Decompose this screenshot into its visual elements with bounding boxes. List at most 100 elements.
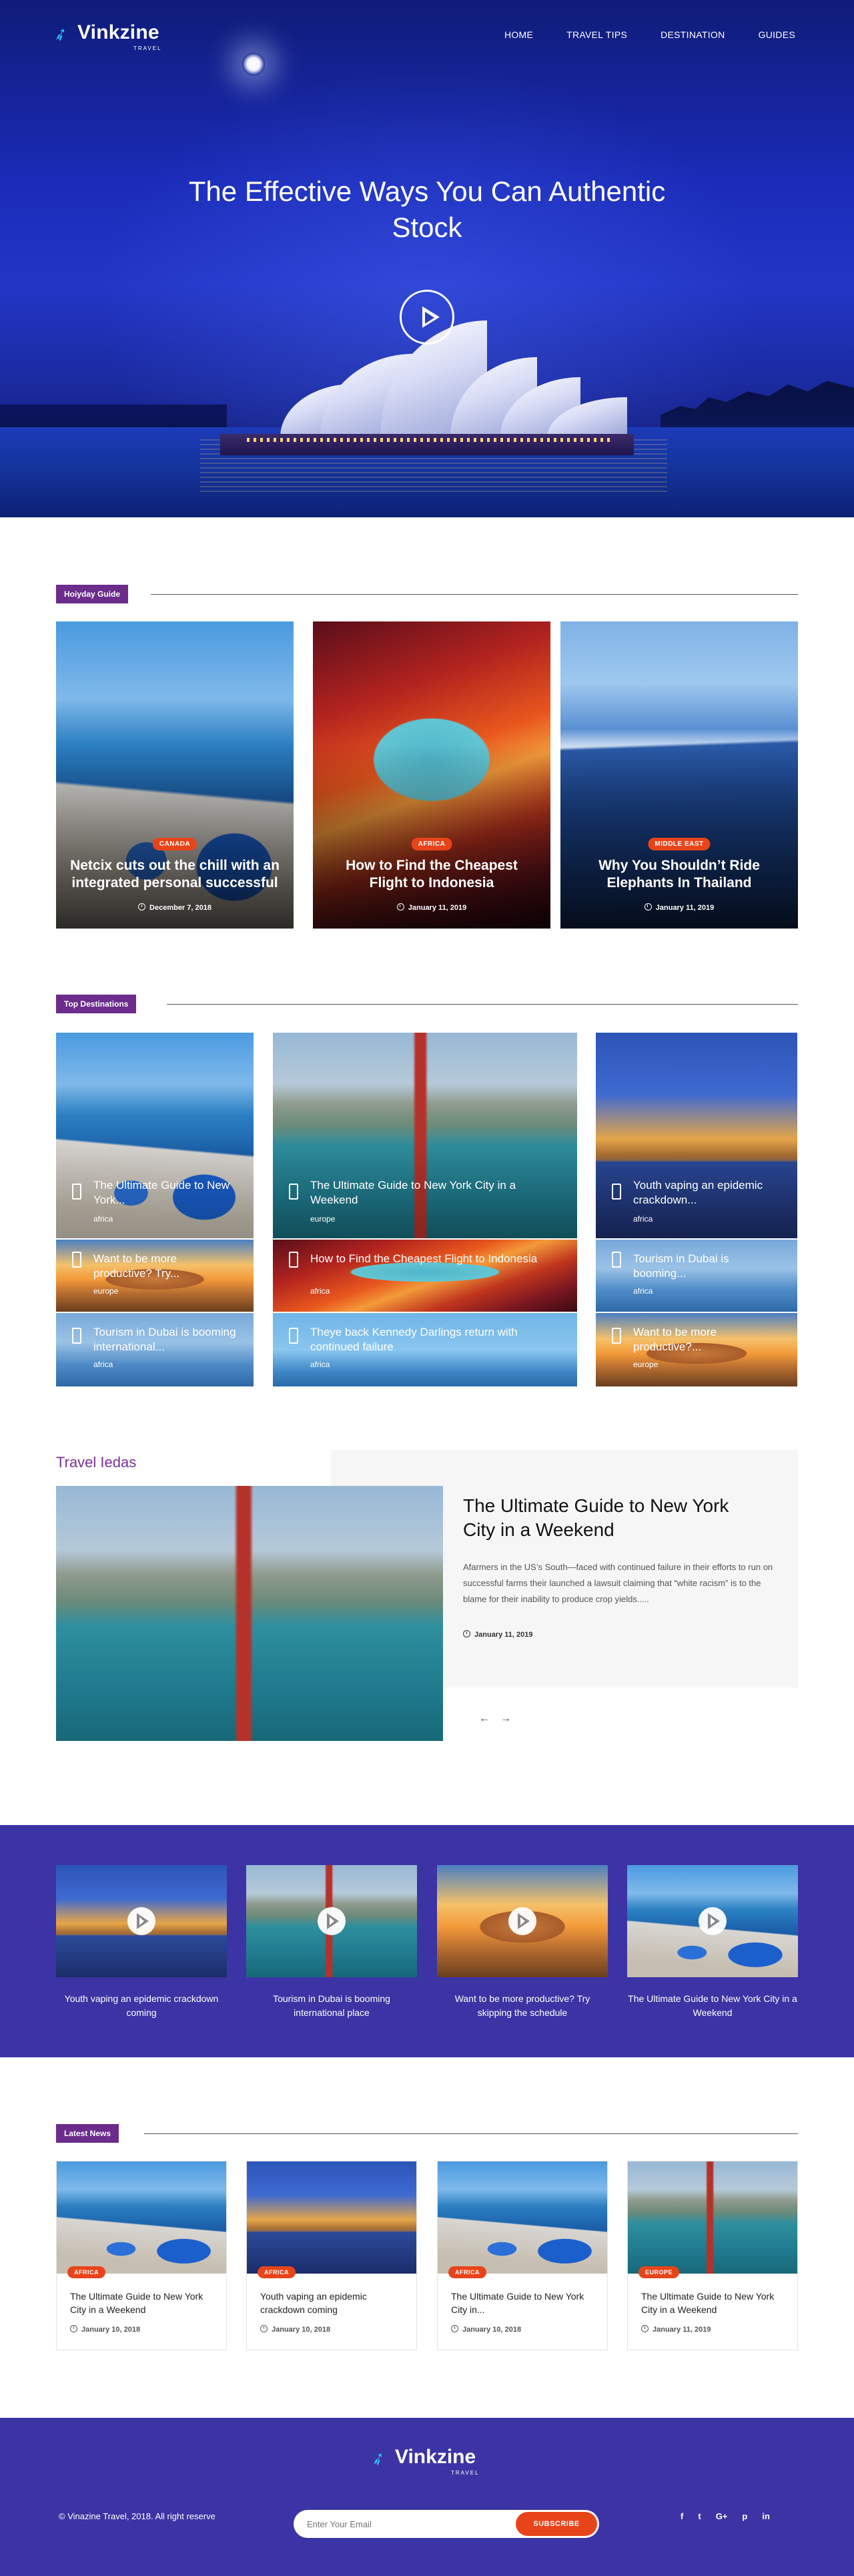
- news-date: January 10, 2018: [260, 2325, 330, 2334]
- ideas-title[interactable]: The Ultimate Guide to New York City in a…: [463, 1494, 763, 1542]
- category-badge[interactable]: EUROPE: [638, 2266, 680, 2278]
- prev-arrow-icon[interactable]: ←: [479, 1713, 490, 1725]
- site-logo[interactable]: ➶ Vinkzine TRAVEL: [50, 20, 173, 55]
- video-title[interactable]: Youth vaping an epidemic crackdown comin…: [56, 1992, 227, 2020]
- news-title[interactable]: Youth vaping an epidemic crackdown comin…: [260, 2290, 403, 2316]
- destination-tile[interactable]: Want to be more productive?... europe: [596, 1313, 797, 1386]
- destination-title[interactable]: Want to be more productive? Try...: [93, 1252, 234, 1281]
- play-icon[interactable]: [699, 1907, 727, 1935]
- news-title[interactable]: The Ultimate Guide to New York City in a…: [641, 2290, 784, 2316]
- destination-tile[interactable]: Theye back Kennedy Darlings return with …: [273, 1313, 577, 1386]
- nav-guides[interactable]: GUIDES: [759, 29, 795, 40]
- destination-category: europe: [93, 1286, 119, 1296]
- category-badge[interactable]: CANADA: [152, 838, 197, 850]
- destination-category: europe: [310, 1214, 336, 1224]
- hero-banner: ➶ Vinkzine TRAVEL HOME TRAVEL TIPS DESTI…: [0, 0, 854, 517]
- news-thumbnail[interactable]: [438, 2161, 607, 2274]
- clock-icon: [260, 2325, 268, 2332]
- destination-tile[interactable]: How to Find the Cheapest Flight to Indon…: [273, 1240, 577, 1312]
- card-date: January 11, 2019: [560, 903, 798, 912]
- video-card[interactable]: The Ultimate Guide to New York City in a…: [627, 1865, 798, 2020]
- destination-tile[interactable]: Tourism in Dubai is booming... africa: [596, 1240, 797, 1312]
- destination-title[interactable]: Theye back Kennedy Darlings return with …: [310, 1325, 564, 1354]
- news-card[interactable]: AFRICA The Ultimate Guide to New York Ci…: [56, 2161, 227, 2350]
- news-thumbnail[interactable]: [57, 2161, 226, 2274]
- logo-name: Vinkzine: [395, 2446, 476, 2468]
- google-plus-icon[interactable]: G+: [716, 2511, 728, 2521]
- footer-logo[interactable]: ➶ Vinkzine TRAVEL: [368, 2444, 491, 2479]
- destination-tile[interactable]: Tourism in Dubai is booming internationa…: [56, 1313, 254, 1386]
- hero-title: The Effective Ways You Can Authentic Sto…: [188, 176, 666, 243]
- top-navigation: ➶ Vinkzine TRAVEL HOME TRAVEL TIPS DESTI…: [0, 0, 854, 69]
- category-badge[interactable]: AFRICA: [67, 2266, 105, 2278]
- news-thumbnail[interactable]: [247, 2161, 416, 2274]
- video-card[interactable]: Want to be more productive? Try skipping…: [437, 1865, 608, 2020]
- nav-travel-tips[interactable]: TRAVEL TIPS: [566, 29, 627, 40]
- destination-title[interactable]: The Ultimate Guide to New York City in a…: [310, 1178, 564, 1208]
- card-title[interactable]: Why You Shouldn’t Ride Elephants In Thai…: [574, 857, 785, 892]
- ideas-feature-image[interactable]: [56, 1486, 443, 1741]
- destination-title[interactable]: Tourism in Dubai is booming...: [633, 1252, 767, 1281]
- logo-sub: TRAVEL: [133, 45, 162, 51]
- play-icon[interactable]: [508, 1907, 536, 1935]
- bookmark-icon: [612, 1252, 621, 1268]
- video-title[interactable]: Want to be more productive? Try skipping…: [437, 1992, 608, 2020]
- destination-category: africa: [93, 1214, 113, 1224]
- news-thumbnail[interactable]: [628, 2161, 797, 2274]
- pinterest-icon[interactable]: p: [742, 2511, 747, 2521]
- news-card[interactable]: AFRICA Youth vaping an epidemic crackdow…: [246, 2161, 417, 2350]
- news-card[interactable]: AFRICA The Ultimate Guide to New York Ci…: [437, 2161, 608, 2350]
- card-title[interactable]: How to Find the Cheapest Flight to Indon…: [326, 857, 537, 892]
- nav-destination[interactable]: DESTINATION: [661, 29, 725, 40]
- news-date: January 10, 2018: [70, 2325, 140, 2334]
- news-title[interactable]: The Ultimate Guide to New York City in a…: [70, 2290, 213, 2316]
- destination-tile[interactable]: Youth vaping an epidemic crackdown... af…: [596, 1033, 797, 1238]
- destination-tile[interactable]: The Ultimate Guide to New York City in a…: [273, 1033, 577, 1238]
- video-title[interactable]: The Ultimate Guide to New York City in a…: [627, 1992, 798, 2020]
- video-thumbnail[interactable]: [437, 1865, 608, 1977]
- holiday-card[interactable]: AFRICA How to Find the Cheapest Flight t…: [313, 621, 550, 929]
- subscribe-button[interactable]: SUBSCRIBE: [516, 2512, 597, 2536]
- nav-home[interactable]: HOME: [504, 29, 533, 40]
- category-badge[interactable]: MIDDLE EAST: [648, 838, 711, 850]
- linkedin-icon[interactable]: in: [762, 2511, 770, 2521]
- twitter-icon[interactable]: t: [698, 2511, 701, 2521]
- destination-title[interactable]: Want to be more productive?...: [633, 1325, 747, 1354]
- destination-tile[interactable]: Want to be more productive? Try... europ…: [56, 1240, 254, 1312]
- destination-title[interactable]: Tourism in Dubai is booming internationa…: [93, 1325, 240, 1354]
- email-input[interactable]: [307, 2510, 494, 2538]
- bookmark-icon: [612, 1328, 621, 1344]
- category-badge[interactable]: AFRICA: [448, 2266, 486, 2278]
- bookmark-icon: [289, 1184, 298, 1200]
- category-badge[interactable]: AFRICA: [411, 838, 452, 850]
- video-card[interactable]: Tourism in Dubai is booming internationa…: [246, 1865, 417, 2020]
- hero-play-button[interactable]: [400, 290, 454, 344]
- card-title[interactable]: Netcix cuts out the chill with an integr…: [69, 857, 280, 892]
- clock-icon: [641, 2325, 649, 2332]
- video-title[interactable]: Tourism in Dubai is booming internationa…: [246, 1992, 417, 2020]
- main-menu: HOME TRAVEL TIPS DESTINATION GUIDES: [504, 29, 795, 40]
- destination-title[interactable]: Youth vaping an epidemic crackdown...: [633, 1178, 787, 1208]
- holiday-card[interactable]: CANADA Netcix cuts out the chill with an…: [56, 621, 294, 929]
- destination-tile[interactable]: The Ultimate Guide to New York... africa: [56, 1033, 254, 1238]
- next-arrow-icon[interactable]: →: [500, 1713, 511, 1725]
- opera-house-base: [220, 434, 634, 455]
- bookmark-icon: [72, 1184, 81, 1200]
- video-thumbnail[interactable]: [627, 1865, 798, 1977]
- destination-title[interactable]: The Ultimate Guide to New York...: [93, 1178, 240, 1208]
- video-thumbnail[interactable]: [246, 1865, 417, 1977]
- facebook-icon[interactable]: f: [681, 2511, 683, 2521]
- play-icon[interactable]: [318, 1907, 346, 1935]
- video-card[interactable]: Youth vaping an epidemic crackdown comin…: [56, 1865, 227, 2020]
- news-title[interactable]: The Ultimate Guide to New York City in..…: [451, 2290, 594, 2316]
- news-card[interactable]: EUROPE The Ultimate Guide to New York Ci…: [627, 2161, 798, 2350]
- site-footer: ➶ Vinkzine TRAVEL © Vinazine Travel, 201…: [0, 2418, 854, 2576]
- destination-category: africa: [633, 1286, 653, 1296]
- category-badge[interactable]: AFRICA: [258, 2266, 296, 2278]
- play-icon[interactable]: [127, 1907, 155, 1935]
- holiday-card[interactable]: MIDDLE EAST Why You Shouldn’t Ride Eleph…: [560, 621, 798, 929]
- video-thumbnail[interactable]: [56, 1865, 227, 1977]
- logo-mark-icon: ➶: [50, 22, 71, 46]
- ideas-section-title: Travel Iedas: [56, 1454, 137, 1471]
- destination-title[interactable]: How to Find the Cheapest Flight to Indon…: [310, 1252, 550, 1281]
